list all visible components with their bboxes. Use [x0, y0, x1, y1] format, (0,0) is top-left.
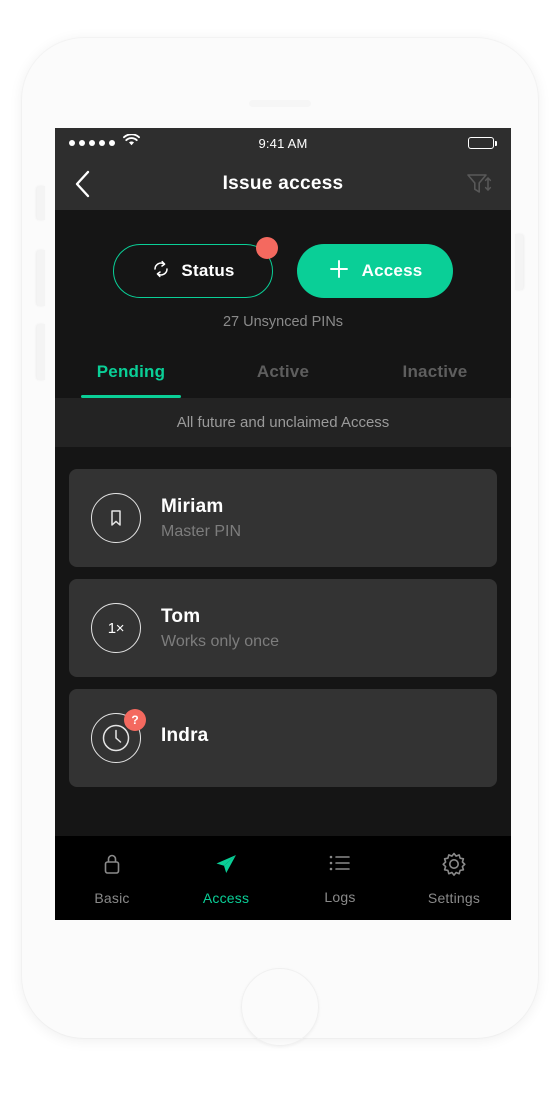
home-button[interactable]	[241, 968, 319, 1046]
list-item-subtitle: Master PIN	[161, 522, 242, 540]
nav-settings-label: Settings	[427, 889, 481, 906]
signal-strength-icon	[69, 140, 115, 146]
list-item[interactable]: ? Indra	[69, 689, 497, 787]
list-item[interactable]: 1× Tom Works only once	[69, 579, 497, 677]
unsynced-pins-count: 27 Unsynced PINs	[222, 314, 344, 330]
list-item-text: Tom Works only once	[161, 606, 279, 651]
tab-active-label: Active	[256, 362, 310, 381]
once-icon-label: 1×	[107, 619, 125, 637]
nav-access-label: Access	[202, 889, 250, 906]
phone-screen: 9:41 AM Issue access Status Access 27 Un…	[55, 128, 511, 920]
tab-bar: Pending Active Inactive	[55, 352, 511, 398]
tab-active[interactable]: Active	[207, 352, 359, 398]
earpiece-speaker	[249, 100, 311, 107]
list-item-subtitle: Works only once	[161, 632, 279, 650]
action-row: Status Access	[55, 210, 511, 298]
clock-icon: ?	[91, 709, 146, 763]
status-button-label: Status	[181, 261, 235, 280]
section-description-banner: All future and unclaimed Access	[55, 398, 511, 447]
nav-item-settings[interactable]: Settings	[397, 851, 511, 906]
tab-active-underline	[81, 395, 181, 398]
back-button[interactable]	[73, 169, 91, 199]
nav-item-access[interactable]: Access	[169, 851, 283, 906]
tab-pending-label: Pending	[96, 362, 166, 381]
gear-icon	[441, 851, 467, 882]
status-bar: 9:41 AM	[55, 128, 511, 158]
lock-icon	[100, 851, 124, 882]
nav-item-logs[interactable]: Logs	[283, 852, 397, 905]
list-item-text: Indra	[161, 725, 208, 752]
list-item-title: Miriam	[161, 495, 224, 517]
bookmark-icon	[91, 493, 141, 543]
silent-switch[interactable]	[37, 186, 45, 220]
list-item-title: Indra	[161, 724, 209, 746]
add-access-button[interactable]: Access	[297, 244, 453, 298]
volume-up-button[interactable]	[37, 250, 45, 306]
power-button[interactable]	[515, 234, 523, 290]
page-title: Issue access	[222, 173, 344, 194]
plus-icon	[328, 258, 350, 285]
battery-full-icon	[468, 137, 497, 149]
wifi-icon	[123, 133, 140, 152]
status-notification-badge	[256, 237, 278, 259]
once-icon: 1×	[91, 603, 141, 653]
tab-inactive-label: Inactive	[402, 362, 468, 381]
tab-pending[interactable]: Pending	[55, 352, 207, 398]
access-list: Miriam Master PIN 1× Tom Works only once…	[55, 447, 511, 787]
clock-question-badge: ?	[124, 709, 146, 731]
tab-underline-inactive	[385, 395, 485, 398]
navigation-header: Issue access	[55, 158, 511, 210]
filter-sort-icon[interactable]	[465, 171, 493, 197]
paper-plane-icon	[213, 851, 239, 882]
list-icon	[327, 852, 353, 881]
list-item[interactable]: Miriam Master PIN	[69, 469, 497, 567]
nav-item-basic[interactable]: Basic	[55, 851, 169, 906]
list-item-title: Tom	[161, 605, 201, 627]
nav-basic-label: Basic	[94, 889, 130, 906]
sync-icon	[151, 258, 171, 285]
add-access-label: Access	[361, 261, 423, 280]
tab-inactive[interactable]: Inactive	[359, 352, 511, 398]
list-item-text: Miriam Master PIN	[161, 496, 241, 541]
bottom-navigation-bar: Basic Access Logs Settings	[55, 836, 511, 920]
nav-logs-label: Logs	[324, 888, 356, 905]
status-button[interactable]: Status	[113, 237, 278, 298]
tab-underline-inactive	[233, 395, 333, 398]
volume-down-button[interactable]	[37, 324, 45, 380]
